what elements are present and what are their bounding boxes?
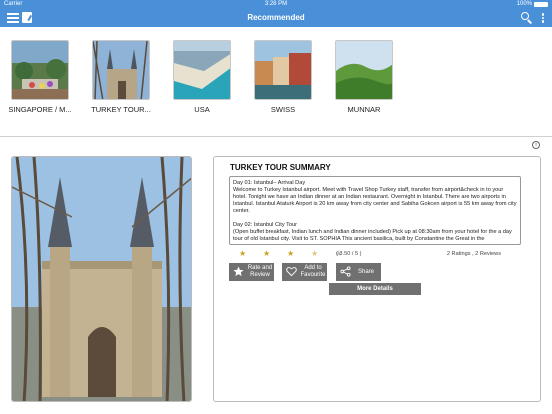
search-icon[interactable]: [521, 12, 533, 24]
category-label: SWISS: [270, 105, 296, 114]
category-turkey[interactable]: TURKEY TOUR...: [86, 40, 156, 114]
battery-indicator: 100%: [517, 0, 548, 9]
category-strip: SINGAPORE / M... TURKEY TOUR... USA SWIS…: [0, 40, 552, 120]
category-label: TURKEY TOUR...: [91, 105, 151, 114]
info-icon[interactable]: i: [532, 141, 540, 149]
category-thumbnail: [254, 40, 312, 100]
nav-bar: Recommended: [0, 9, 552, 27]
category-thumbnail: [92, 40, 150, 100]
add-to-favourite-button[interactable]: Add to Favourite: [282, 263, 327, 281]
battery-percent: 100%: [516, 1, 532, 7]
category-usa[interactable]: USA: [167, 40, 237, 114]
tour-photo: [11, 156, 192, 402]
star-half-icon: ★: [311, 249, 319, 258]
description-day-1: Day 01: Istanbul– Arrival Day Welcome to…: [233, 180, 517, 214]
category-thumbnail: [173, 40, 231, 100]
share-button[interactable]: Share: [336, 263, 381, 281]
rate-label: Rate and Review: [247, 265, 273, 278]
tour-summary-panel: TURKEY TOUR SUMMARY Day 01: Istanbul– Ar…: [213, 156, 541, 402]
star-icon: ★: [239, 249, 247, 258]
more-details-button[interactable]: More Details: [329, 283, 421, 295]
category-thumbnail: [11, 40, 69, 100]
battery-icon: [534, 2, 548, 7]
clock: 3:28 PM: [264, 1, 288, 7]
rating-count: 2 Ratings , 2 Reviews: [446, 251, 501, 257]
category-singapore[interactable]: SINGAPORE / M...: [5, 40, 75, 114]
category-label: MUNNAR: [347, 105, 381, 114]
section-divider: [0, 136, 552, 137]
category-munnar[interactable]: MUNNAR: [329, 40, 399, 114]
rating-value: ( 3.50 / 5 ): [336, 251, 362, 257]
share-icon: [340, 266, 351, 277]
heart-icon: [286, 267, 297, 277]
page-title: Recommended: [247, 13, 305, 22]
tour-description[interactable]: Day 01: Istanbul– Arrival Day Welcome to…: [229, 176, 521, 245]
rating-row: ★ ★ ★ ★ ★ ( 3.50 / 5 ) 2 Ratings , 2 Rev…: [229, 250, 529, 258]
description-day-2: Day 02: Istanbul City Tour (Open buffet …: [233, 222, 512, 242]
category-thumbnail: [335, 40, 393, 100]
category-swiss[interactable]: SWISS: [248, 40, 318, 114]
star-icon: ★: [287, 249, 295, 258]
more-options-icon[interactable]: [541, 13, 545, 24]
favourite-label: Add to Favourite: [300, 265, 326, 278]
summary-title: TURKEY TOUR SUMMARY: [230, 163, 331, 172]
star-icon: ★: [263, 249, 271, 258]
share-label: Share: [357, 269, 374, 275]
category-label: SINGAPORE / M...: [8, 105, 72, 114]
star-icon: [233, 266, 244, 277]
status-bar: Carrier 3:28 PM 100%: [0, 0, 552, 9]
rate-and-review-button[interactable]: Rate and Review: [229, 263, 274, 281]
category-label: USA: [194, 105, 210, 114]
